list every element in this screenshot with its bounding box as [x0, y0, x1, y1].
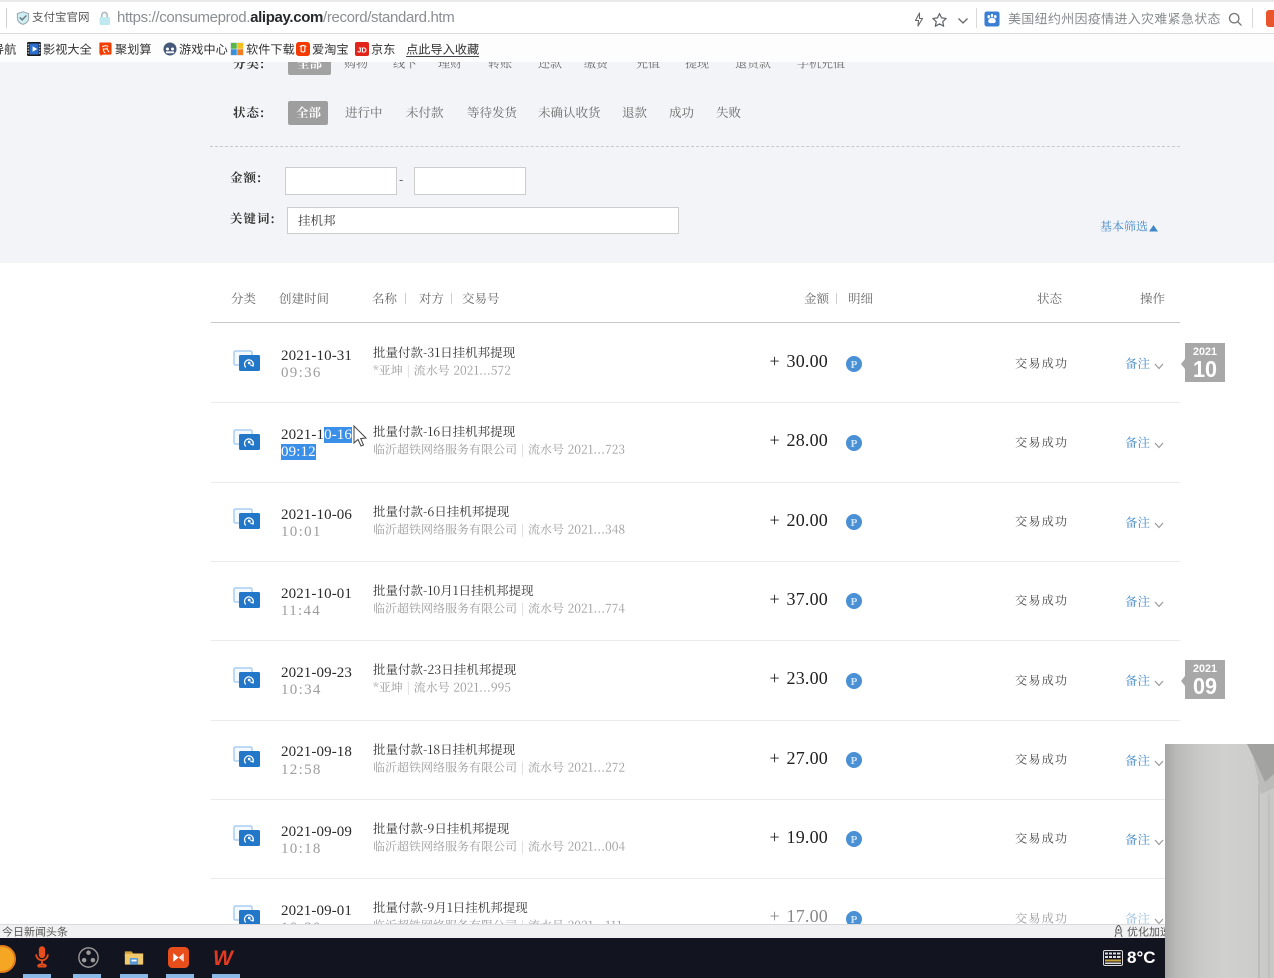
svg-text:P: P — [851, 834, 858, 846]
svg-text:P: P — [851, 438, 858, 450]
svg-text:09: 09 — [1193, 673, 1217, 699]
svg-text:10: 10 — [1193, 356, 1217, 382]
svg-text:P: P — [851, 359, 858, 371]
svg-text:JD: JD — [357, 45, 367, 54]
svg-text:P: P — [851, 596, 858, 608]
svg-text:P: P — [851, 517, 858, 529]
svg-text:P: P — [851, 755, 858, 767]
svg-text:P: P — [851, 676, 858, 688]
